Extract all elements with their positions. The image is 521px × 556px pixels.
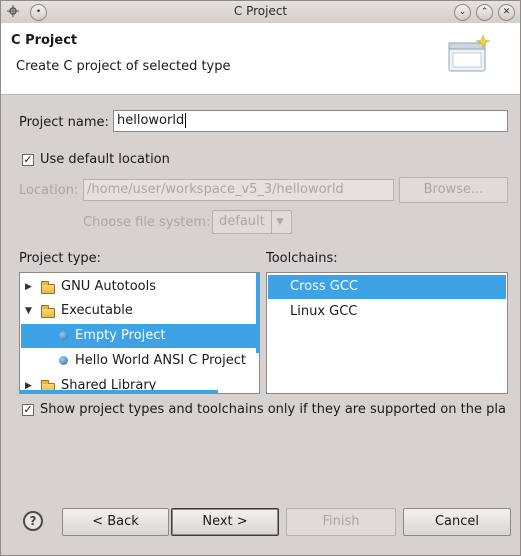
tree-item-executable[interactable]: ▼ Executable xyxy=(21,299,258,323)
use-default-location-label[interactable]: Use default location xyxy=(40,152,170,167)
maximize-button[interactable]: ⌃ xyxy=(476,4,493,21)
dialog-window: • C Project ⌄ ⌃ ✕ C Project Create C pro… xyxy=(0,0,521,556)
show-supported-only-label[interactable]: Show project types and toolchains only i… xyxy=(40,402,506,417)
project-name-input[interactable]: helloworld xyxy=(113,110,508,132)
title-bar[interactable]: • C Project ⌄ ⌃ ✕ xyxy=(1,1,520,24)
toolchain-item-cross-gcc[interactable]: Cross GCC xyxy=(268,275,506,299)
show-supported-only-checkbox[interactable]: ✓ xyxy=(22,404,34,416)
window-title: C Project xyxy=(233,4,288,18)
close-button[interactable]: ✕ xyxy=(498,4,515,21)
folder-icon xyxy=(41,281,55,294)
wizard-banner-icon xyxy=(447,34,491,75)
next-button[interactable]: Next > xyxy=(171,508,279,536)
finish-button[interactable]: Finish xyxy=(286,508,396,536)
wizard-header: C Project Create C project of selected t… xyxy=(1,23,520,95)
minimize-button[interactable]: ⌄ xyxy=(454,4,471,21)
project-name-label: Project name: xyxy=(19,115,109,130)
help-icon[interactable]: ? xyxy=(23,511,43,531)
tree-item-hello-world-ansi-c[interactable]: Hello World ANSI C Project xyxy=(21,349,258,373)
horizontal-scrollbar[interactable] xyxy=(20,390,218,393)
chevron-down-icon: ▼ xyxy=(271,211,288,233)
project-template-icon xyxy=(59,331,68,340)
project-type-tree[interactable]: ▶ GNU Autotools ▼ Executable Empty Proje… xyxy=(19,272,260,394)
collapse-arrow-icon[interactable]: ▼ xyxy=(25,299,32,323)
toolchain-item-linux-gcc[interactable]: Linux GCC xyxy=(268,300,506,324)
page-title: C Project xyxy=(11,33,78,48)
expand-arrow-icon[interactable]: ▶ xyxy=(25,275,32,299)
back-button[interactable]: < Back xyxy=(62,508,169,536)
tree-item-gnu-autotools[interactable]: ▶ GNU Autotools xyxy=(21,275,258,299)
browse-button[interactable]: Browse... xyxy=(399,177,508,203)
folder-icon xyxy=(41,305,55,318)
project-type-label: Project type: xyxy=(19,251,102,266)
file-system-label: Choose file system: xyxy=(83,215,211,230)
use-default-location-checkbox[interactable]: ✓ xyxy=(22,154,34,166)
toolchains-label: Toolchains: xyxy=(266,251,338,266)
project-template-icon xyxy=(59,356,68,365)
toolchains-list[interactable]: Cross GCC Linux GCC xyxy=(266,272,508,394)
location-label: Location: xyxy=(19,183,79,198)
location-input[interactable]: /home/user/workspace_v5_3/helloworld xyxy=(83,179,394,201)
vertical-scrollbar[interactable] xyxy=(256,273,259,353)
file-system-select[interactable]: default ▼ xyxy=(212,210,292,234)
page-subtitle: Create C project of selected type xyxy=(16,59,231,74)
tree-item-empty-project[interactable]: Empty Project xyxy=(21,324,258,348)
cancel-button[interactable]: Cancel xyxy=(403,508,511,536)
